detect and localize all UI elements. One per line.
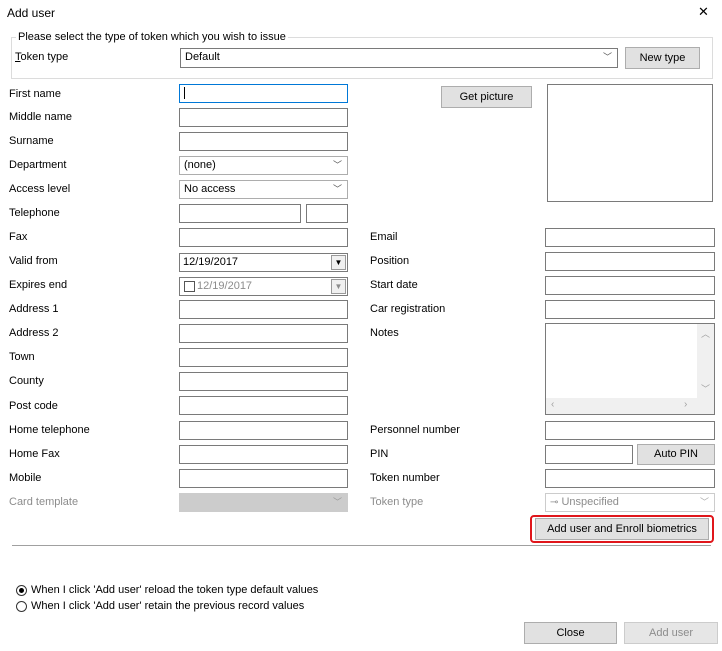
reload-defaults-radio[interactable] — [16, 585, 27, 596]
start-date-input[interactable] — [545, 276, 715, 295]
car-registration-input[interactable] — [545, 300, 715, 319]
chevron-down-icon: ﹀ — [332, 160, 342, 170]
town-label: Town — [9, 351, 35, 363]
car-registration-label: Car registration — [370, 303, 446, 315]
address1-label: Address 1 — [9, 303, 59, 315]
add-user-button[interactable]: Add user — [624, 622, 718, 644]
dropdown-arrow-icon[interactable]: ▼ — [331, 255, 346, 270]
fax-label: Fax — [9, 231, 28, 243]
telephone-input[interactable] — [179, 204, 301, 223]
post-code-label: Post code — [9, 400, 58, 412]
token-type-bottom-select[interactable]: ⊸ Unspecified ﹀ — [545, 493, 715, 512]
window-title: Add user — [7, 6, 56, 20]
post-code-input[interactable] — [179, 396, 348, 415]
dropdown-arrow-icon[interactable]: ▼ — [331, 279, 346, 294]
card-template-select[interactable]: ﹀ — [179, 493, 348, 512]
fax-input[interactable] — [179, 228, 348, 247]
token-group-legend: Please select the type of token which yo… — [16, 30, 288, 44]
home-fax-input[interactable] — [179, 445, 348, 464]
token-type-label: Token type — [15, 51, 69, 63]
reload-defaults-label: When I click 'Add user' reload the token… — [31, 584, 319, 596]
scroll-right-icon[interactable]: › — [684, 399, 687, 410]
chevron-down-icon: ﹀ — [332, 184, 342, 194]
first-name-label: First name — [9, 88, 61, 100]
personnel-number-label: Personnel number — [370, 424, 460, 436]
home-telephone-input[interactable] — [179, 421, 348, 440]
first-name-input[interactable] — [179, 84, 348, 103]
scrollbar-corner — [697, 398, 714, 414]
access-level-label: Access level — [9, 183, 71, 195]
notes-textarea[interactable]: ︿ ﹀ ‹ › — [545, 323, 715, 415]
scroll-down-icon[interactable]: ﹀ — [701, 382, 710, 395]
notes-label: Notes — [370, 327, 399, 339]
surname-label: Surname — [9, 135, 54, 147]
get-picture-button[interactable]: Get picture — [441, 86, 532, 108]
close-icon[interactable]: ✕ — [698, 5, 709, 19]
department-select[interactable]: (none) ﹀ — [179, 156, 348, 175]
horizontal-scrollbar[interactable]: ‹ › — [546, 398, 697, 414]
county-label: County — [9, 375, 44, 387]
address2-input[interactable] — [179, 324, 348, 343]
mobile-input[interactable] — [179, 469, 348, 488]
chevron-down-icon: ﹀ — [332, 497, 342, 507]
position-label: Position — [370, 255, 410, 267]
address1-input[interactable] — [179, 300, 348, 319]
mobile-label: Mobile — [9, 472, 42, 484]
email-input[interactable] — [545, 228, 715, 247]
chevron-down-icon: ﹀ — [699, 497, 709, 507]
expires-end-checkbox[interactable] — [184, 281, 195, 292]
telephone-label: Telephone — [9, 207, 60, 219]
auto-pin-button[interactable]: Auto PIN — [637, 444, 715, 465]
photo-frame — [547, 84, 713, 202]
start-date-label: Start date — [370, 279, 418, 291]
chevron-down-icon: ﹀ — [602, 52, 612, 62]
pin-label: PIN — [370, 448, 389, 460]
key-icon: ⊸ — [550, 497, 559, 508]
valid-from-date-picker[interactable]: 12/19/2017 ▼ — [179, 253, 348, 272]
personnel-number-input[interactable] — [545, 421, 715, 440]
expires-end-label: Expires end — [9, 279, 68, 291]
email-label: Email — [370, 231, 398, 243]
pin-input[interactable] — [545, 445, 633, 464]
valid-from-label: Valid from — [9, 255, 58, 267]
county-input[interactable] — [179, 372, 348, 391]
position-input[interactable] — [545, 252, 715, 271]
retain-values-label: When I click 'Add user' retain the previ… — [31, 600, 305, 612]
retain-values-radio[interactable] — [16, 601, 27, 612]
telephone-extension-input[interactable] — [306, 204, 348, 223]
card-template-label: Card template — [9, 496, 79, 508]
new-type-button[interactable]: New type — [625, 47, 700, 69]
town-input[interactable] — [179, 348, 348, 367]
department-label: Department — [9, 159, 67, 171]
middle-name-input[interactable] — [179, 108, 348, 127]
token-number-input[interactable] — [545, 469, 715, 488]
surname-input[interactable] — [179, 132, 348, 151]
token-number-label: Token number — [370, 472, 440, 484]
separator — [12, 545, 711, 546]
middle-name-label: Middle name — [9, 111, 72, 123]
scroll-up-icon[interactable]: ︿ — [701, 327, 710, 340]
scroll-left-icon[interactable]: ‹ — [551, 399, 554, 410]
enroll-biometrics-button[interactable]: Add user and Enroll biometrics — [535, 518, 709, 540]
home-telephone-label: Home telephone — [9, 424, 90, 436]
access-level-select[interactable]: No access ﹀ — [179, 180, 348, 199]
token-type-select[interactable]: Default ﹀ — [180, 48, 618, 68]
home-fax-label: Home Fax — [9, 448, 60, 460]
close-button[interactable]: Close — [524, 622, 617, 644]
vertical-scrollbar[interactable]: ︿ ﹀ — [697, 324, 714, 398]
address2-label: Address 2 — [9, 327, 59, 339]
token-type-bottom-label: Token type — [370, 496, 424, 508]
expires-end-date-picker[interactable]: 12/19/2017 ▼ — [179, 277, 348, 296]
